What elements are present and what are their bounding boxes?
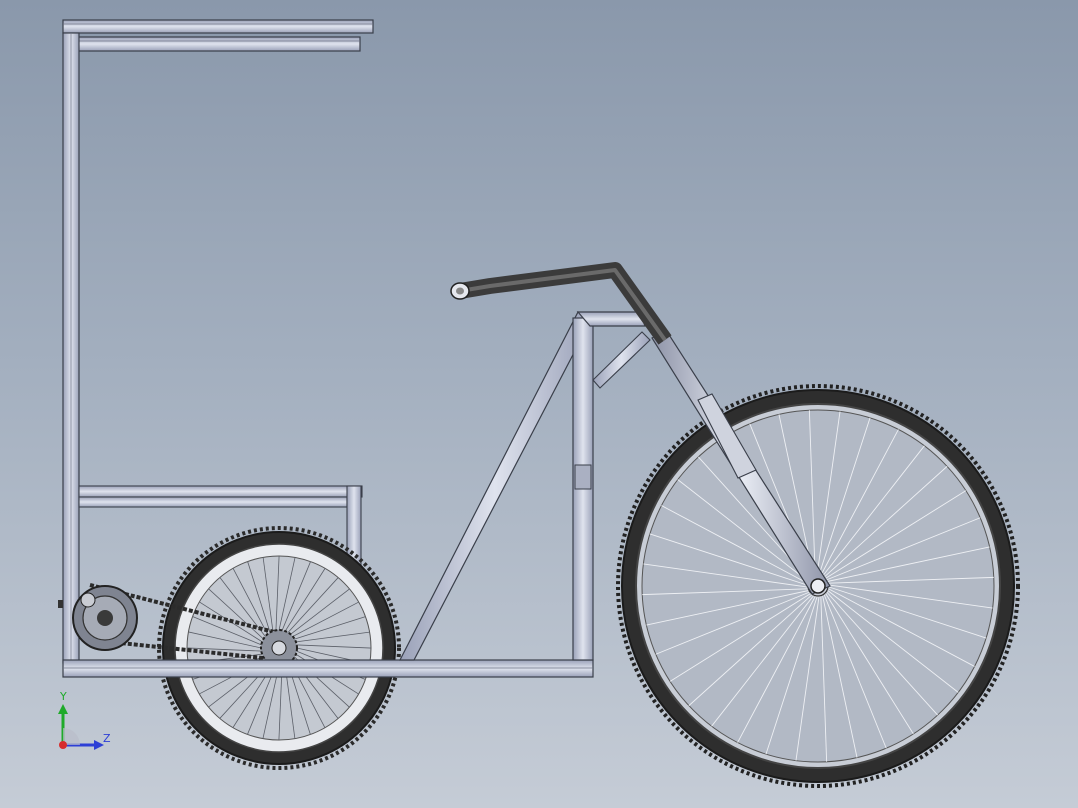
base-frame[interactable] [62, 659, 594, 678]
triad-y-label: Y [59, 690, 67, 703]
down-tube[interactable] [399, 311, 591, 661]
triad-z-label: Z [103, 732, 111, 745]
rear-frame[interactable] [62, 32, 80, 664]
canopy-roof[interactable] [62, 19, 374, 52]
seat-post[interactable] [572, 317, 594, 661]
cad-viewport[interactable]: Y Z [0, 0, 1078, 808]
axis-triad: Y Z [58, 690, 111, 750]
handlebar[interactable] [450, 262, 672, 345]
